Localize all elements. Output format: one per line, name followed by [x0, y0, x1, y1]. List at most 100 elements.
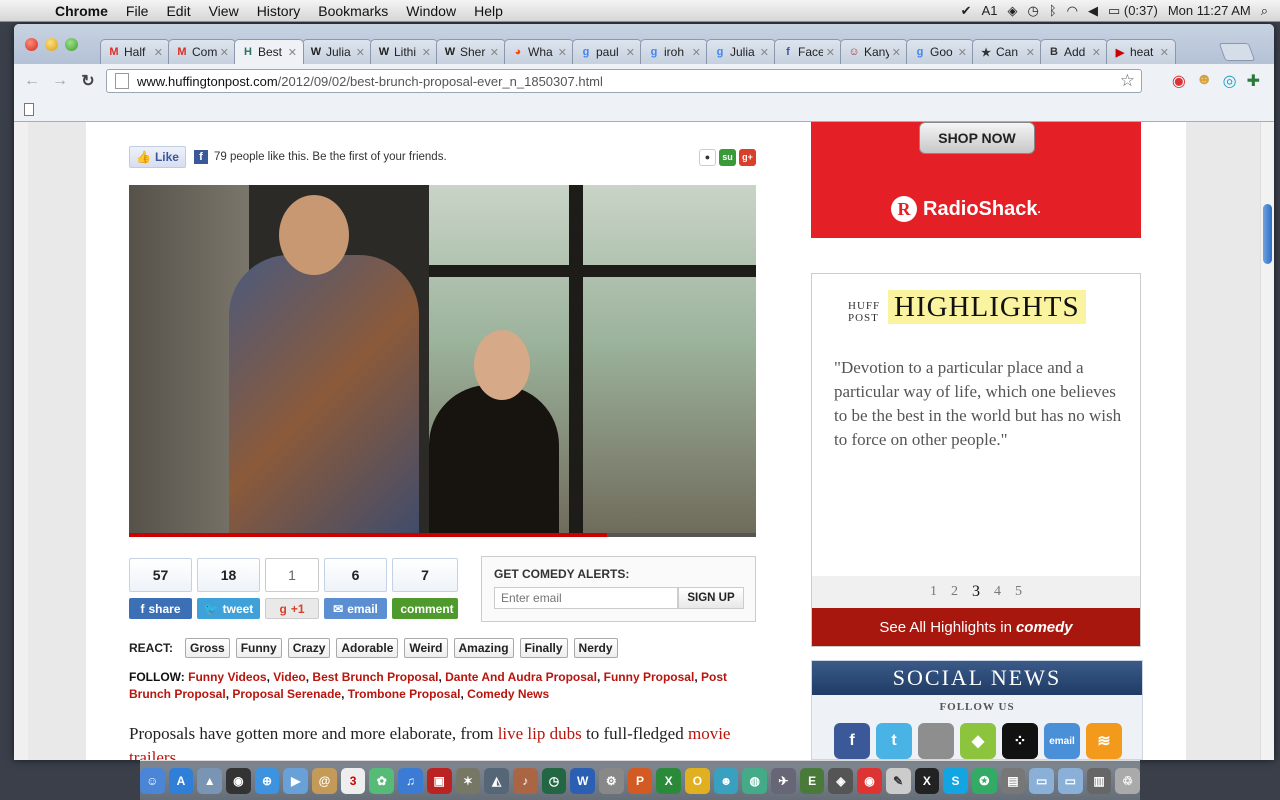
close-window-button[interactable]	[25, 38, 38, 51]
dashboard-icon[interactable]: ◉	[226, 767, 251, 794]
highlights-page-2[interactable]: 2	[951, 584, 958, 600]
follow-tag-link[interactable]: Dante And Audra Proposal	[445, 670, 597, 684]
app-store-icon[interactable]: A	[168, 767, 194, 794]
tab[interactable]: ☺ Kany ✕	[840, 39, 908, 64]
video-player[interactable]	[129, 185, 756, 537]
android-icon[interactable]: ◆	[960, 723, 996, 759]
eye-extension-icon[interactable]: ◎	[1223, 71, 1237, 91]
tab-close-icon[interactable]: ✕	[760, 46, 769, 59]
mail-stamp-icon[interactable]: ✶	[455, 767, 481, 794]
tab[interactable]: B Add ✕	[1040, 39, 1108, 64]
trash-icon[interactable]: ♲	[1115, 767, 1141, 794]
excel-icon[interactable]: X	[656, 767, 682, 794]
react-gross-button[interactable]: Gross	[185, 638, 230, 658]
follow-tag-link[interactable]: Funny Videos	[188, 670, 266, 684]
new-tab-button[interactable]	[1218, 43, 1256, 61]
cat-extension-icon[interactable]: ☻	[1196, 71, 1213, 91]
preview-icon[interactable]: ▲	[197, 767, 223, 794]
rss-icon[interactable]: ≋	[1086, 723, 1122, 759]
adobe-icon[interactable]: A1	[982, 3, 998, 18]
forward-arrow-icon[interactable]: →	[46, 72, 74, 90]
tab[interactable]: ◕ Wha ✕	[504, 39, 574, 64]
back-arrow-icon[interactable]: ←	[18, 72, 46, 90]
stumbleupon-icon[interactable]: su	[719, 148, 736, 166]
tab[interactable]: ★ Can ✕	[972, 39, 1042, 64]
applications-folder-icon[interactable]: ▭	[1029, 767, 1054, 794]
follow-tag-link[interactable]: Trombone Proposal	[348, 687, 461, 701]
email-button[interactable]: ✉ email	[324, 598, 387, 619]
tab-close-icon[interactable]: ✕	[1092, 46, 1101, 59]
see-all-highlights-link[interactable]: See All Highlights in comedy	[812, 608, 1140, 646]
menu-edit[interactable]: Edit	[157, 3, 199, 19]
facetime-icon[interactable]: ▶	[283, 767, 309, 794]
share-button[interactable]: f share	[129, 598, 192, 619]
shield-check-icon[interactable]: ✔	[961, 3, 972, 19]
garageband-icon[interactable]: ♪	[512, 767, 538, 794]
highlights-page-3[interactable]: 3	[972, 583, 980, 601]
alerts-signup-button[interactable]: SIGN UP	[678, 587, 744, 609]
tab-close-icon[interactable]: ✕	[220, 46, 229, 59]
compass-icon[interactable]: ✪	[971, 767, 997, 794]
dropbox-icon[interactable]: ◈	[1007, 3, 1017, 19]
scrollbar-thumb[interactable]	[1263, 204, 1272, 264]
tab-close-icon[interactable]: ✕	[422, 46, 431, 59]
minimize-window-button[interactable]	[45, 38, 58, 51]
facebook-icon[interactable]: f	[834, 723, 870, 759]
follow-tag-link[interactable]: Proposal Serenade	[232, 687, 341, 701]
live-lip-dubs-link[interactable]: live lip dubs	[498, 724, 582, 743]
zoom-window-button[interactable]	[65, 38, 78, 51]
twitter-icon[interactable]: t	[876, 723, 912, 759]
menu-bookmarks[interactable]: Bookmarks	[309, 3, 397, 19]
reddit-icon[interactable]: ●	[699, 148, 716, 166]
other-bookmarks-icon[interactable]	[24, 103, 34, 116]
tweet-button[interactable]: 🐦 tweet	[197, 598, 260, 619]
highlights-page-1[interactable]: 1	[930, 584, 937, 600]
video-progress-bar[interactable]	[129, 533, 756, 537]
plus1-button[interactable]: g +1	[265, 598, 319, 619]
alerts-email-input[interactable]	[494, 587, 678, 609]
address-book-icon[interactable]: @	[312, 767, 337, 794]
tab[interactable]: M Half ✕	[100, 39, 170, 64]
react-weird-button[interactable]: Weird	[404, 638, 448, 658]
chrome-dock-icon[interactable]: ◉	[857, 767, 882, 794]
tab-close-icon[interactable]: ✕	[558, 46, 567, 59]
safari-icon[interactable]: ⊕	[254, 767, 280, 794]
react-amazing-button[interactable]: Amazing	[453, 638, 514, 658]
email-icon[interactable]: email	[1044, 723, 1080, 759]
finder-icon[interactable]: ☺	[139, 767, 165, 794]
react-finally-button[interactable]: Finally	[519, 638, 568, 658]
xcode-icon[interactable]: ✈	[771, 767, 796, 794]
menu-view[interactable]: View	[200, 3, 248, 19]
network-icon[interactable]: ◍	[742, 767, 768, 794]
menu-file[interactable]: File	[117, 3, 158, 19]
shop-now-button[interactable]: SHOP NOW	[919, 122, 1035, 154]
spotlight-search-icon[interactable]: ⌕	[1261, 3, 1268, 19]
tab-close-icon[interactable]: ✕	[958, 46, 967, 59]
tab[interactable]: g Goo ✕	[906, 39, 974, 64]
radioshack-ad[interactable]: SHOP NOW R RadioShack.	[811, 122, 1141, 238]
tab[interactable]: M Com ✕	[168, 39, 236, 64]
follow-tag-link[interactable]: Best Brunch Proposal	[312, 670, 438, 684]
utility-icon[interactable]: ▤	[1000, 767, 1026, 794]
follow-tag-link[interactable]: Comedy News	[467, 687, 549, 701]
evernote-icon[interactable]: E	[799, 767, 825, 794]
menu-history[interactable]: History	[248, 3, 310, 19]
tab[interactable]: g paul ✕	[572, 39, 642, 64]
react-funny-button[interactable]: Funny	[235, 638, 282, 658]
vertical-scrollbar[interactable]	[1260, 122, 1274, 760]
blackberry-icon[interactable]: ⁘	[1002, 723, 1038, 759]
wrench-menu-icon[interactable]: ✚	[1247, 71, 1260, 91]
tab[interactable]: ▶ heat ✕	[1106, 39, 1176, 64]
outlook-icon[interactable]: O	[685, 767, 710, 794]
react-adorable-button[interactable]: Adorable	[336, 638, 399, 658]
bookmark-star-icon[interactable]: ☆	[1120, 71, 1135, 91]
tab[interactable]: W Lithi ✕	[370, 39, 438, 64]
tab[interactable]: g Julia ✕	[706, 39, 776, 64]
react-nerdy-button[interactable]: Nerdy	[573, 638, 618, 658]
highlights-page-4[interactable]: 4	[994, 584, 1001, 600]
tab[interactable]: H Best ✕	[234, 39, 304, 64]
photo-icon[interactable]: ✿	[369, 767, 395, 794]
google-plus-icon[interactable]: g+	[739, 148, 756, 166]
tab[interactable]: g iroh ✕	[640, 39, 708, 64]
tab-close-icon[interactable]: ✕	[490, 46, 499, 59]
